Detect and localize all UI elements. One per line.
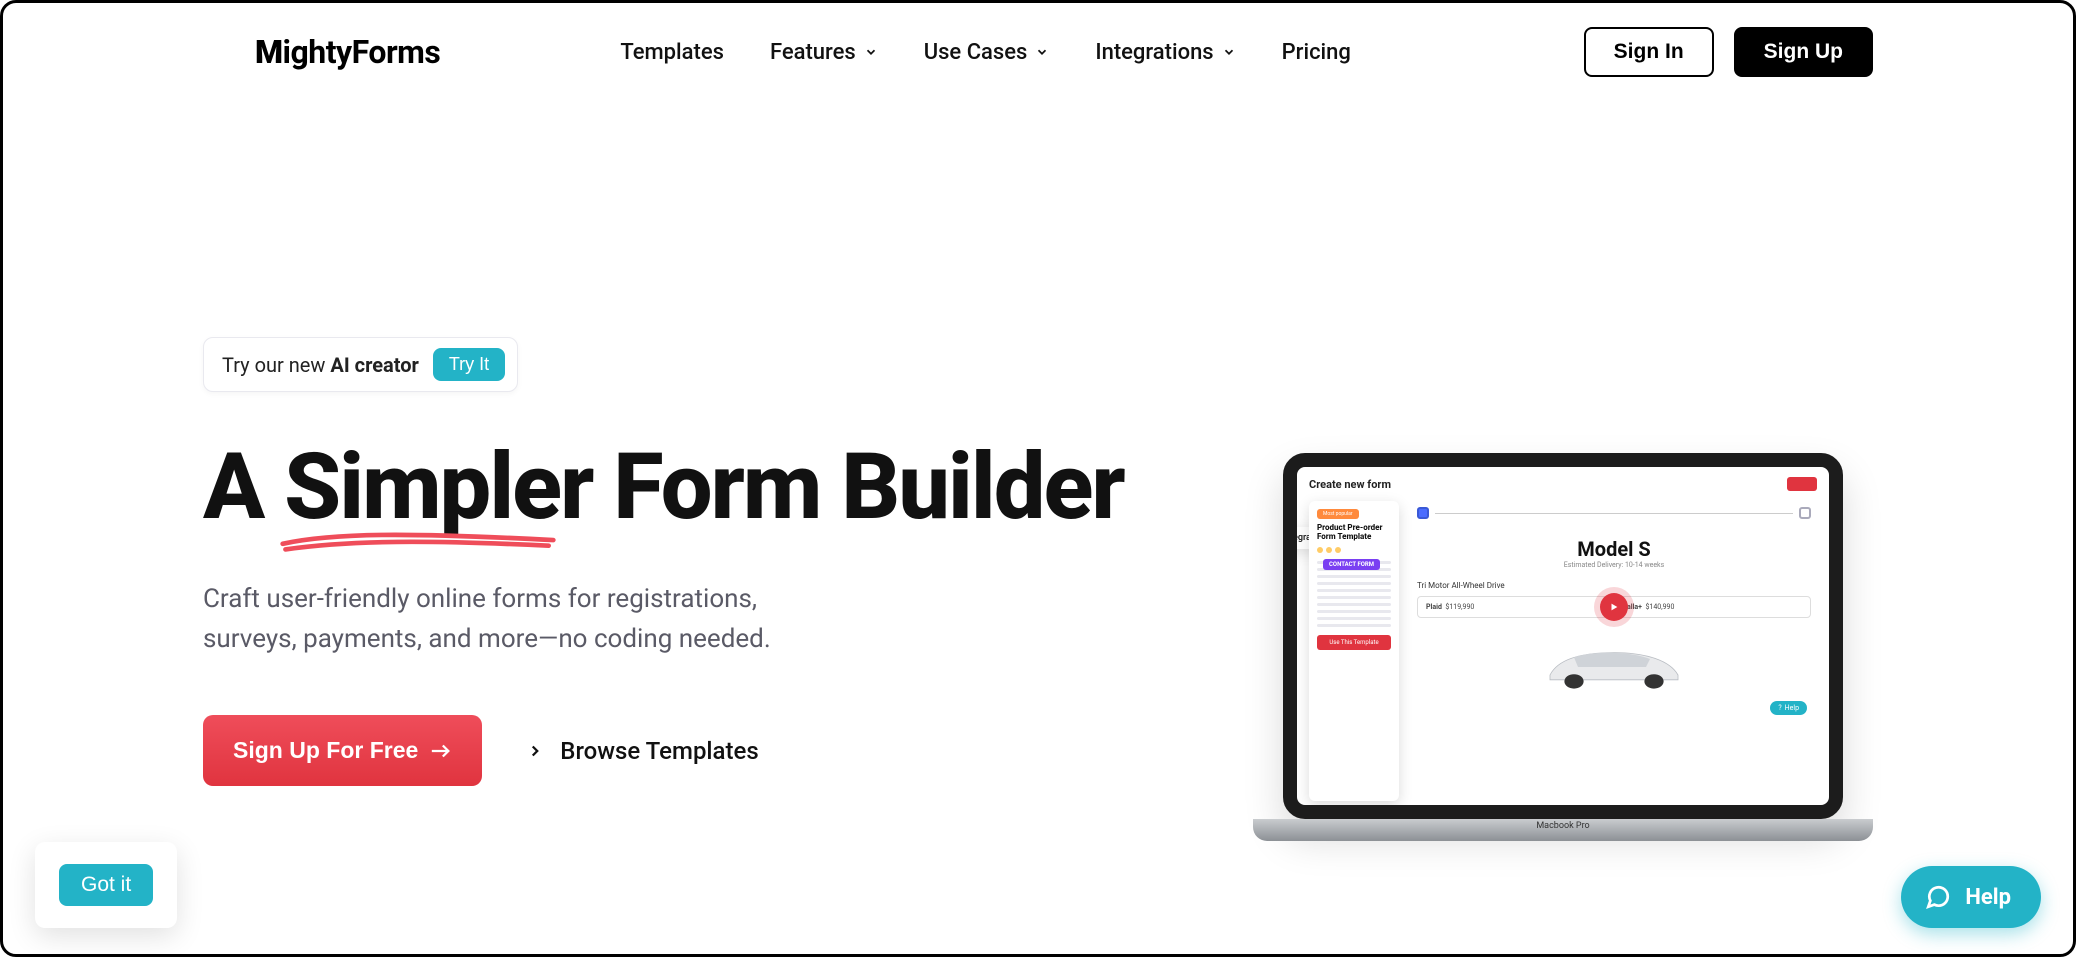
browse-templates-link[interactable]: Browse Templates — [526, 737, 758, 765]
signup-free-button[interactable]: Sign Up For Free — [203, 715, 482, 786]
nav-features[interactable]: Features — [770, 40, 878, 65]
hero-title-underline-text: Simpler — [284, 434, 592, 541]
nav-use-cases[interactable]: Use Cases — [924, 40, 1050, 65]
ai-pill-bold: AI creator — [330, 353, 418, 377]
sign-in-button[interactable]: Sign In — [1584, 27, 1714, 77]
mockup-motor-row: Tri Motor All-Wheel Drive — [1417, 581, 1811, 590]
cta-row: Sign Up For Free Browse Templates — [203, 715, 1124, 786]
ai-creator-pill: Try our new AI creator Try It — [203, 337, 518, 392]
main-nav: Templates Features Use Cases Integration… — [620, 40, 1351, 65]
mockup-sidebar: CONTACT FORM Most popular Product Pre-or… — [1309, 501, 1399, 801]
hero-title: A Simpler Form Builder — [203, 440, 1124, 537]
mockup-help-label: Help — [1785, 704, 1799, 712]
arrow-right-icon — [430, 743, 452, 759]
mockup-model-subtitle: Estimated Delivery: 10-14 weeks — [1417, 561, 1811, 569]
nav-features-label: Features — [770, 40, 856, 65]
help-widget-button[interactable]: Help — [1901, 866, 2041, 928]
price-cell-palla: Palla+ $140,990 — [1614, 597, 1811, 617]
nav-templates-label: Templates — [620, 40, 724, 65]
nav-pricing[interactable]: Pricing — [1282, 40, 1351, 65]
cookie-consent-card: Got it — [35, 842, 177, 928]
star-icon — [1317, 547, 1323, 553]
chevron-down-icon — [1035, 45, 1049, 59]
mockup-help-pill: ?Help — [1770, 701, 1807, 715]
star-icon — [1335, 547, 1341, 553]
ai-pill-text: Try our new AI creator — [222, 353, 419, 377]
sidebar-description-lines — [1317, 561, 1391, 627]
nav-templates[interactable]: Templates — [620, 40, 724, 65]
brand-logo[interactable]: MightyForms — [255, 33, 440, 71]
sign-up-button[interactable]: Sign Up — [1734, 27, 1873, 77]
play-button[interactable] — [1600, 593, 1628, 621]
price-plaid-label: Plaid — [1426, 603, 1442, 611]
mockup-price-row: Plaid $119,990 Palla+ $140,990 — [1417, 596, 1811, 618]
hero-title-underline-word: Simpler — [284, 440, 592, 537]
hero-title-post: Form Builder — [592, 434, 1123, 541]
step-line — [1435, 513, 1793, 514]
laptop-mockup: Slack Integrations 👍 PayPal Create new f… — [1253, 453, 1873, 841]
browse-templates-label: Browse Templates — [560, 737, 758, 765]
mockup-model-title: Model S — [1417, 537, 1811, 561]
chevron-down-icon — [864, 45, 878, 59]
mockup-main: Model S Estimated Delivery: 10-14 weeks … — [1411, 501, 1817, 801]
chat-bubble-icon — [1925, 884, 1951, 910]
nav-integrations[interactable]: Integrations — [1095, 40, 1235, 65]
scribble-underline-icon — [278, 527, 558, 555]
chevron-right-icon — [526, 742, 544, 760]
contact-form-badge: CONTACT FORM — [1323, 559, 1380, 570]
sidebar-template-title: Product Pre-order Form Template — [1317, 523, 1391, 541]
cookie-got-it-button[interactable]: Got it — [59, 864, 153, 906]
hero-subtitle: Craft user-friendly online forms for reg… — [203, 579, 803, 660]
mockup-header: Create new form — [1297, 467, 1829, 501]
site-header: MightyForms // Fix: logo shows just bran… — [3, 3, 2073, 77]
ai-pill-prefix: Try our new — [222, 353, 330, 377]
mockup-steps — [1417, 507, 1811, 519]
car-illustration — [1534, 642, 1694, 692]
laptop-base-label: Macbook Pro — [1253, 821, 1873, 831]
chevron-down-icon — [1222, 45, 1236, 59]
sidebar-use-template-button: Use This Template — [1317, 635, 1391, 650]
nav-pricing-label: Pricing — [1282, 40, 1351, 65]
price-plaid-value: $119,990 — [1445, 603, 1474, 611]
laptop-base: Macbook Pro — [1253, 819, 1873, 841]
mockup-header-button — [1787, 477, 1817, 491]
step-indicator — [1799, 507, 1811, 519]
hero-title-pre: A — [203, 434, 284, 541]
nav-integrations-label: Integrations — [1095, 40, 1213, 65]
step-indicator — [1417, 507, 1429, 519]
signup-free-label: Sign Up For Free — [233, 737, 418, 764]
sidebar-tag: Most popular — [1317, 509, 1359, 519]
help-widget-label: Help — [1965, 885, 2011, 910]
ai-try-it-button[interactable]: Try It — [433, 348, 505, 381]
star-icon — [1326, 547, 1332, 553]
nav-use-cases-label: Use Cases — [924, 40, 1028, 65]
play-icon — [1609, 602, 1619, 612]
hero-section: Try our new AI creator Try It A Simpler … — [3, 77, 2073, 786]
mockup-body: CONTACT FORM Most popular Product Pre-or… — [1297, 501, 1829, 801]
mockup-header-title: Create new form — [1309, 478, 1391, 491]
laptop-screen: Slack Integrations 👍 PayPal Create new f… — [1283, 453, 1843, 819]
auth-buttons: Sign In Sign Up — [1584, 27, 1873, 77]
price-palla-value: $140,990 — [1645, 603, 1674, 611]
price-cell-plaid: Plaid $119,990 — [1418, 597, 1614, 617]
